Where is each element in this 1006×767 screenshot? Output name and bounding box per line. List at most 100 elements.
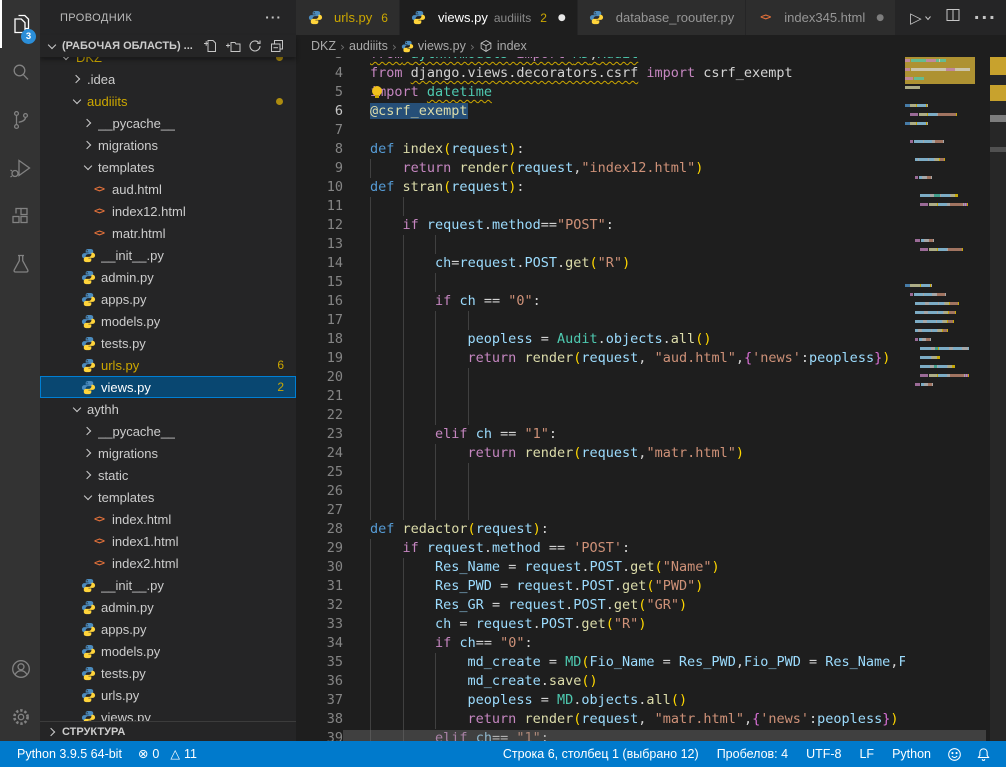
chevron-right-icon	[80, 137, 96, 153]
problems-indicator[interactable]: 011	[133, 741, 202, 767]
line-number: 39	[296, 729, 343, 741]
minimap-line	[905, 147, 975, 156]
breadcrumb-item-audiiits[interactable]: audiiits	[349, 39, 388, 53]
indent-guide	[370, 463, 371, 482]
tree-item-apps-py[interactable]: apps.py	[40, 618, 296, 640]
code-line: 13	[296, 235, 1006, 254]
code-editor[interactable]: 3from aythh.models import MD,Audit4from …	[296, 57, 1006, 741]
feedback-smiley-icon[interactable]	[944, 747, 965, 762]
tree-item-views-py[interactable]: views.py	[40, 706, 296, 721]
notifications-bell-icon[interactable]	[973, 747, 994, 762]
tree-item-migrations[interactable]: migrations	[40, 442, 296, 464]
minimap-line	[905, 273, 975, 282]
tree-item-tests-py[interactable]: tests.py	[40, 662, 296, 684]
horizontal-scrollbar[interactable]	[343, 730, 986, 741]
indent-guide	[403, 691, 404, 710]
tab-label: database_roouter.py	[616, 10, 735, 25]
eol[interactable]: LF	[854, 741, 879, 767]
line-number: 12	[296, 216, 343, 235]
indent-guide	[370, 691, 371, 710]
run-debug-icon[interactable]	[0, 144, 40, 192]
indentation[interactable]: Пробелов: 4	[712, 741, 793, 767]
testing-icon[interactable]	[0, 240, 40, 288]
breadcrumb: DKZ audiiits views.py index	[296, 35, 1006, 57]
breadcrumb-item-dkz[interactable]: DKZ	[311, 39, 336, 53]
tree-item--idea[interactable]: .idea	[40, 68, 296, 90]
code-line: 24 return render(request,"matr.html")	[296, 444, 1006, 463]
tree-item--pycache-[interactable]: __pycache__	[40, 420, 296, 442]
tree-item-templates[interactable]: templates	[40, 156, 296, 178]
selection-info[interactable]: Строка 6, столбец 1 (выбрано 12)	[498, 741, 704, 767]
tree-item-matr-html[interactable]: matr.html	[40, 222, 296, 244]
tree-item--init-py[interactable]: __init__.py	[40, 244, 296, 266]
tree-item-migrations[interactable]: migrations	[40, 134, 296, 156]
explorer-icon[interactable]: 3	[0, 0, 40, 48]
new-file-icon[interactable]	[202, 37, 220, 55]
tree-item--init-py[interactable]: __init__.py	[40, 574, 296, 596]
minimap[interactable]	[905, 57, 975, 390]
tree-item-models-py[interactable]: models.py	[40, 310, 296, 332]
breadcrumb-item-views-py[interactable]: views.py	[401, 39, 466, 53]
html-file-icon	[91, 533, 107, 549]
python-interpreter-item[interactable]: Python 3.9.5 64-bit	[12, 741, 127, 767]
line-number: 33	[296, 615, 343, 634]
language-mode[interactable]: Python	[887, 741, 936, 767]
tree-item-dkz[interactable]: DKZ	[40, 57, 296, 68]
html-file-icon	[91, 181, 107, 197]
overview-ruler[interactable]	[990, 57, 1006, 741]
tree-item-apps-py[interactable]: apps.py	[40, 288, 296, 310]
indent-guide	[403, 558, 404, 577]
tree-item-tests-py[interactable]: tests.py	[40, 332, 296, 354]
lightbulb-icon[interactable]	[371, 86, 383, 98]
tab-database-roouter-py[interactable]: database_roouter.py	[578, 0, 747, 35]
indent-guide	[370, 710, 371, 729]
tree-item-admin-py[interactable]: admin.py	[40, 266, 296, 288]
tree-item--pycache-[interactable]: __pycache__	[40, 112, 296, 134]
indent-guide	[370, 292, 371, 311]
tree-item-aud-html[interactable]: aud.html	[40, 178, 296, 200]
tree-item-index1-html[interactable]: index1.html	[40, 530, 296, 552]
tree-item-templates[interactable]: templates	[40, 486, 296, 508]
refresh-icon[interactable]	[246, 37, 264, 55]
encoding[interactable]: UTF-8	[801, 741, 846, 767]
indent-guide	[403, 235, 404, 254]
html-file-icon	[91, 203, 107, 219]
code-line: 3from aythh.models import MD,Audit	[296, 57, 1006, 64]
indent-guide	[468, 387, 469, 406]
new-folder-icon[interactable]	[224, 37, 242, 55]
source-control-icon[interactable]	[0, 96, 40, 144]
tab-urls-py[interactable]: urls.py6	[296, 0, 400, 35]
tree-item-admin-py[interactable]: admin.py	[40, 596, 296, 618]
tree-item-index12-html[interactable]: index12.html	[40, 200, 296, 222]
extensions-icon[interactable]	[0, 192, 40, 240]
tree-item-index2-html[interactable]: index2.html	[40, 552, 296, 574]
tab-views-py[interactable]: views.pyaudiiits2	[400, 0, 578, 35]
code-line: 15	[296, 273, 1006, 292]
tree-item-audiiits[interactable]: audiiits	[40, 90, 296, 112]
indent-guide	[403, 368, 404, 387]
account-icon[interactable]	[0, 645, 40, 693]
tree-item-static[interactable]: static	[40, 464, 296, 486]
tree-item-aythh[interactable]: aythh	[40, 398, 296, 420]
search-icon[interactable]	[0, 48, 40, 96]
tree-item-index-html[interactable]: index.html	[40, 508, 296, 530]
tree-item-models-py[interactable]: models.py	[40, 640, 296, 662]
tree-item-views-py[interactable]: views.py2	[40, 376, 296, 398]
more-actions-icon[interactable]	[974, 8, 997, 27]
minimap-line	[905, 219, 975, 228]
tree-item-label: audiiits	[87, 94, 127, 109]
collapse-all-icon[interactable]	[268, 37, 286, 55]
workspace-section-header[interactable]: (РАБОЧАЯ ОБЛАСТЬ) ...	[40, 35, 296, 57]
tree-item-label: __pycache__	[98, 424, 175, 439]
tree-item-urls-py[interactable]: urls.py6	[40, 354, 296, 376]
more-actions-icon[interactable]	[265, 11, 282, 24]
tab-index345-html[interactable]: index345.html	[746, 0, 896, 35]
tree-item-urls-py[interactable]: urls.py	[40, 684, 296, 706]
settings-gear-icon[interactable]	[0, 693, 40, 741]
run-python-file-icon[interactable]	[910, 9, 932, 27]
chevron-right-icon	[340, 39, 345, 54]
breadcrumb-item-index[interactable]: index	[479, 39, 527, 53]
outline-section-header[interactable]: СТРУКТУРА	[40, 721, 296, 741]
split-editor-icon[interactable]	[945, 7, 961, 28]
indent-guide	[370, 216, 371, 235]
